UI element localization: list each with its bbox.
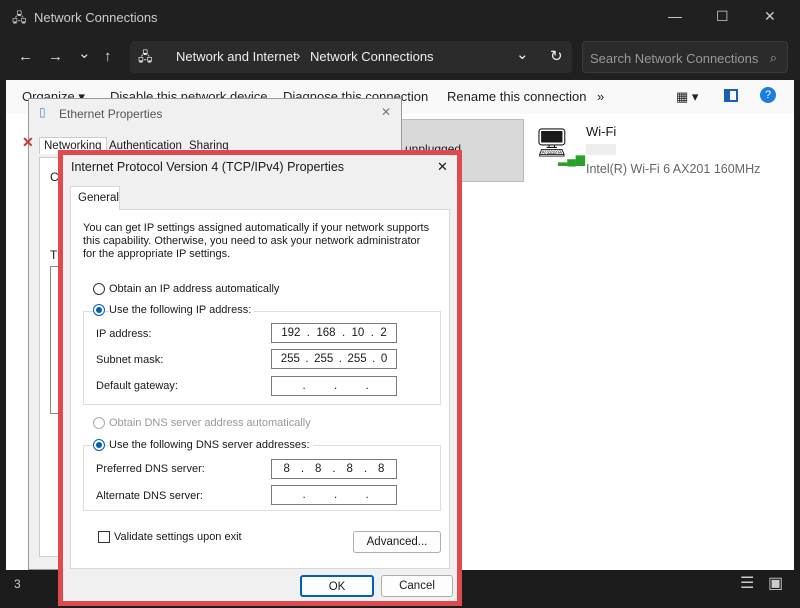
- ethernet-icon: ▯: [39, 105, 46, 119]
- obtain-ip-auto-label[interactable]: Obtain an IP address automatically: [109, 283, 279, 295]
- dns-octet: 8: [314, 463, 322, 475]
- network-folder-icon: 🖧: [12, 10, 27, 25]
- use-dns-label[interactable]: Use the following DNS server addresses:: [109, 439, 313, 451]
- obtain-dns-auto-label[interactable]: Obtain DNS server address automatically: [109, 417, 311, 429]
- item-count: 3: [14, 577, 21, 591]
- preview-pane-icon[interactable]: [724, 89, 738, 102]
- signal-icon: ▂▄▆: [558, 152, 585, 166]
- window-title: Network Connections: [34, 10, 158, 25]
- ip-address-input[interactable]: 192. 168. 10. 2: [271, 323, 397, 343]
- obtain-dns-auto-radio[interactable]: [93, 417, 105, 429]
- mask-octet: 255: [347, 353, 367, 365]
- alternate-dns-input[interactable]: ...: [271, 485, 397, 505]
- use-dns-radio[interactable]: [93, 439, 105, 451]
- minimize-button[interactable]: —: [668, 8, 682, 24]
- title-bar: 🖧 Network Connections — ☐ ✕: [0, 0, 800, 34]
- subnet-mask-label: Subnet mask:: [96, 354, 164, 366]
- cancel-button[interactable]: Cancel: [381, 575, 453, 597]
- obtain-ip-auto-radio[interactable]: [93, 283, 105, 295]
- ipv4-description: You can get IP settings assigned automat…: [83, 222, 430, 260]
- gateway-input[interactable]: ...: [271, 376, 397, 396]
- ip-address-label: IP address:: [96, 328, 152, 340]
- use-ip-radio[interactable]: [93, 304, 105, 316]
- ip-octet: 2: [380, 327, 387, 339]
- maximize-button[interactable]: ☐: [716, 8, 729, 25]
- close-button[interactable]: ✕: [764, 8, 776, 25]
- refresh-button[interactable]: ↻: [550, 47, 563, 65]
- wifi-adapter: Intel(R) Wi-Fi 6 AX201 160MHz: [586, 162, 761, 176]
- address-dropdown[interactable]: ⌄: [516, 45, 529, 63]
- details-view-icon[interactable]: ☰: [740, 573, 754, 593]
- breadcrumb-separator: ›: [296, 48, 301, 63]
- breadcrumb-network-internet[interactable]: Network and Internet: [176, 49, 297, 64]
- tiles-view-icon[interactable]: ▣: [768, 573, 783, 593]
- disconnected-icon: ✕: [22, 134, 34, 150]
- preferred-dns-label: Preferred DNS server:: [96, 463, 205, 475]
- address-row: ← → ⌄ ↑ 🖧 Network and Internet › Network…: [0, 34, 800, 80]
- ip-octet: 192: [281, 327, 301, 339]
- ip-octet: 10: [351, 327, 365, 339]
- more-button[interactable]: »: [597, 89, 604, 104]
- mask-octet: 255: [280, 353, 300, 365]
- ok-button[interactable]: OK: [300, 575, 374, 597]
- ipv4-dialog-title: Internet Protocol Version 4 (TCP/IPv4) P…: [71, 160, 345, 174]
- forward-button[interactable]: →: [48, 48, 63, 65]
- mask-octet: 0: [380, 353, 388, 365]
- dns-octet: 8: [378, 463, 385, 475]
- ip-octet: 168: [316, 327, 336, 339]
- general-tab-panel: You can get IP settings assigned automat…: [70, 209, 450, 569]
- advanced-button[interactable]: Advanced...: [353, 531, 441, 553]
- search-placeholder: Search Network Connections: [590, 51, 759, 66]
- view-options-icon[interactable]: ▦ ▾: [676, 89, 698, 105]
- validate-label[interactable]: Validate settings upon exit: [114, 531, 242, 543]
- wifi-name: Wi-Fi: [586, 124, 617, 139]
- tab-general[interactable]: General: [70, 186, 120, 210]
- preferred-dns-input[interactable]: 8.8.8.8: [271, 459, 397, 479]
- gateway-label: Default gateway:: [96, 380, 178, 392]
- validate-checkbox[interactable]: [98, 531, 110, 543]
- wifi-ssid-redacted: [586, 144, 616, 155]
- up-button[interactable]: ↑: [104, 48, 112, 65]
- help-icon[interactable]: ?: [760, 87, 776, 103]
- address-bar[interactable]: 🖧 Network and Internet › Network Connect…: [130, 41, 572, 73]
- use-ip-label[interactable]: Use the following IP address:: [109, 304, 255, 316]
- back-button[interactable]: ←: [18, 48, 33, 65]
- search-icon: ⌕: [769, 50, 777, 65]
- breadcrumb-network-connections[interactable]: Network Connections: [310, 49, 434, 64]
- search-input[interactable]: Search Network Connections ⌕: [582, 41, 788, 73]
- dns-octet: 8: [283, 463, 290, 475]
- recent-button[interactable]: ⌄: [78, 44, 91, 62]
- ethernet-close-button[interactable]: ✕: [381, 105, 391, 119]
- ethernet-dialog-title: Ethernet Properties: [59, 107, 163, 121]
- rename-button[interactable]: Rename this connection: [447, 89, 586, 104]
- network-icon: 🖧: [138, 49, 153, 64]
- ipv4-close-button[interactable]: ✕: [437, 159, 448, 175]
- wifi-tile[interactable]: 🖥 ▂▄▆ Wi-Fi Intel(R) Wi-Fi 6 AX201 160MH…: [532, 122, 782, 182]
- mask-octet: 255: [314, 353, 334, 365]
- subnet-mask-input[interactable]: 255. 255. 255. 0: [271, 349, 397, 369]
- dns-octet: 8: [346, 463, 353, 475]
- alternate-dns-label: Alternate DNS server:: [96, 490, 203, 502]
